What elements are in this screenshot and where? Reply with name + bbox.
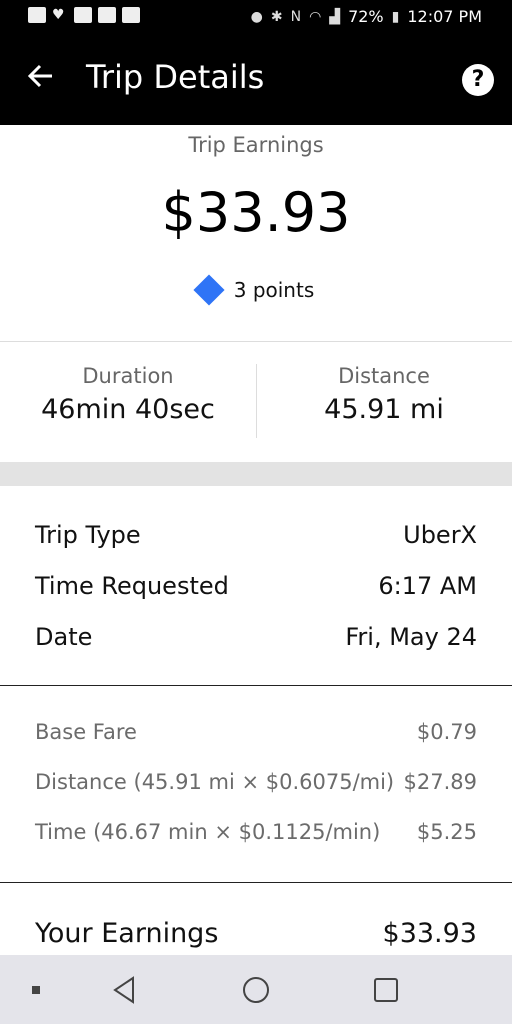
- distance-label: Distance: [338, 364, 430, 388]
- page-title: Trip Details: [86, 58, 265, 96]
- points-badge: 3 points: [0, 274, 512, 306]
- help-button[interactable]: ?: [462, 64, 494, 96]
- fare-label: Distance (45.91 mi × $0.6075/mi): [35, 770, 395, 794]
- your-earnings-value: $33.93: [382, 918, 477, 949]
- wifi-icon: ◠: [309, 8, 322, 25]
- distance-value: 45.91 mi: [324, 394, 444, 425]
- recent-apps-dot-button[interactable]: [22, 955, 50, 1024]
- earnings-summary: Trip Earnings $33.93 3 points: [0, 125, 512, 342]
- system-status: ● ✱ N ◠ ▟ 72% ▮ 12:07 PM: [251, 7, 482, 26]
- arrow-left-icon: [27, 64, 52, 88]
- recent-apps-dot-icon: [32, 985, 40, 994]
- overview-square-icon: [374, 977, 398, 1002]
- fare-value: $5.25: [416, 820, 477, 844]
- distance-stat: Distance 45.91 mi: [256, 364, 512, 425]
- fare-value: $27.89: [403, 770, 477, 794]
- heart-icon: ♥: [52, 7, 65, 23]
- fare-value: $0.79: [416, 720, 477, 744]
- bluetooth-icon: ✱: [270, 8, 283, 25]
- system-nav-bar: [0, 955, 512, 1024]
- detail-label: Time Requested: [35, 572, 229, 600]
- home-circle-icon: [243, 976, 269, 1003]
- fare-label: Time (46.67 min × $0.1125/min): [35, 820, 381, 844]
- youtube-icon: [122, 7, 140, 23]
- clock: 12:07 PM: [407, 7, 482, 26]
- battery-icon: ▮: [391, 8, 400, 25]
- detail-value: Fri, May 24: [345, 623, 477, 651]
- fare-row-base: Base Fare $0.79: [35, 720, 477, 744]
- detail-label: Date: [35, 623, 93, 651]
- app-bar: Trip Details ?: [0, 34, 512, 125]
- status-bar: ♥ ● ✱ N ◠ ▟ 72% ▮ 12:07 PM: [0, 0, 512, 34]
- back-nav-button[interactable]: [100, 955, 148, 1024]
- nfc-icon: N: [290, 8, 302, 25]
- trip-earnings-label: Trip Earnings: [188, 133, 324, 157]
- detail-row-trip-type: Trip Type UberX: [35, 521, 477, 549]
- trip-details: Trip Type UberX Time Requested 6:17 AM D…: [0, 486, 512, 685]
- diamond-icon: [193, 274, 225, 306]
- back-button[interactable]: [26, 62, 56, 96]
- back-triangle-icon: [113, 975, 134, 1004]
- your-earnings-label: Your Earnings: [35, 918, 219, 949]
- gmail-icon: [28, 7, 46, 23]
- fare-label: Base Fare: [35, 720, 137, 744]
- duration-stat: Duration 46min 40sec: [0, 364, 256, 425]
- overview-nav-button[interactable]: [362, 955, 410, 1024]
- fare-row-time: Time (46.67 min × $0.1125/min) $5.25: [35, 820, 477, 844]
- detail-row-time-requested: Time Requested 6:17 AM: [35, 572, 477, 600]
- your-earnings-row: Your Earnings $33.93: [35, 918, 477, 949]
- home-nav-button[interactable]: [232, 955, 280, 1024]
- fare-breakdown: Base Fare $0.79 Distance (45.91 mi × $0.…: [0, 686, 512, 882]
- signal-icon: ▟: [329, 8, 341, 25]
- section-separator: [0, 462, 512, 486]
- battery-percent: 72%: [348, 7, 384, 26]
- divider: [0, 882, 512, 883]
- facebook-icon: [98, 7, 116, 23]
- detail-value: 6:17 AM: [378, 572, 477, 600]
- trip-earnings-amount: $33.93: [161, 181, 351, 244]
- fare-row-distance: Distance (45.91 mi × $0.6075/mi) $27.89: [35, 770, 477, 794]
- trip-stats: Duration 46min 40sec Distance 45.91 mi: [0, 342, 512, 462]
- detail-label: Trip Type: [35, 521, 141, 549]
- duration-value: 46min 40sec: [41, 394, 215, 425]
- points-text: 3 points: [233, 278, 315, 302]
- duration-label: Duration: [82, 364, 174, 388]
- notification-icons: ♥: [28, 7, 140, 23]
- facebook-icon: [74, 7, 92, 23]
- question-circle-icon: ?: [471, 67, 485, 92]
- detail-value: UberX: [403, 521, 477, 549]
- location-icon: ●: [250, 8, 263, 25]
- detail-row-date: Date Fri, May 24: [35, 623, 477, 651]
